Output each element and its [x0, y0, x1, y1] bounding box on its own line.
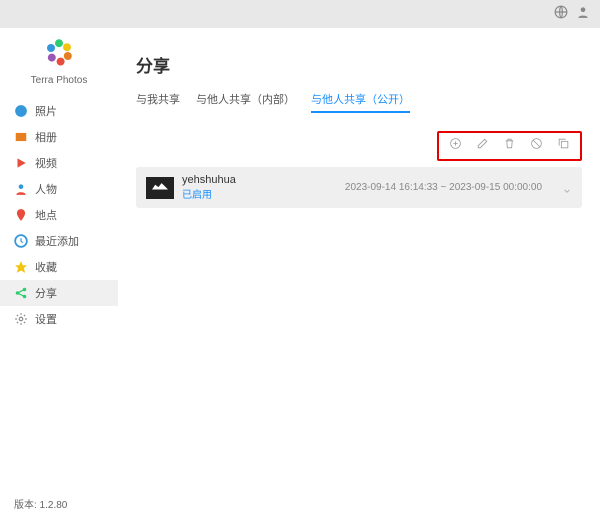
add-icon[interactable]	[449, 137, 462, 155]
delete-icon[interactable]	[503, 137, 516, 155]
sidebar-item-people[interactable]: 人物	[0, 176, 118, 202]
main-content: 分享 与我共享 与他人共享（内部） 与他人共享（公开） yehshuhua 已启…	[118, 28, 600, 517]
thumbnail	[146, 177, 174, 199]
chevron-down-icon[interactable]	[562, 183, 572, 193]
sidebar-item-label: 分享	[35, 285, 57, 301]
copy-icon[interactable]	[557, 137, 570, 155]
tab-shared-public[interactable]: 与他人共享（公开）	[311, 91, 410, 113]
sidebar: Terra Photos 照片 相册 视频 人物 地点 最近添加 收藏 分享 设…	[0, 28, 118, 517]
pin-icon	[14, 208, 28, 222]
brand-name: Terra Photos	[0, 75, 118, 86]
video-icon	[14, 156, 28, 170]
sidebar-item-places[interactable]: 地点	[0, 202, 118, 228]
sidebar-item-videos[interactable]: 视频	[0, 150, 118, 176]
album-icon	[14, 130, 28, 144]
sidebar-item-photos[interactable]: 照片	[0, 98, 118, 124]
share-list-item[interactable]: yehshuhua 已启用 2023-09-14 16:14:33 ~ 2023…	[136, 167, 582, 208]
sidebar-item-label: 人物	[35, 181, 57, 197]
disable-icon[interactable]	[530, 137, 543, 155]
tab-shared-internal[interactable]: 与他人共享（内部）	[196, 91, 295, 113]
share-status: 已启用	[182, 186, 345, 201]
page-title: 分享	[136, 52, 582, 77]
sidebar-item-label: 照片	[35, 103, 57, 119]
toolbar	[437, 131, 582, 161]
sidebar-item-label: 视频	[35, 155, 57, 171]
sidebar-item-share[interactable]: 分享	[0, 280, 118, 306]
share-name: yehshuhua	[182, 174, 345, 186]
edit-icon[interactable]	[476, 137, 489, 155]
sidebar-item-favorites[interactable]: 收藏	[0, 254, 118, 280]
gear-icon	[14, 312, 28, 326]
logo: Terra Photos	[0, 28, 118, 92]
people-icon	[14, 182, 28, 196]
share-date: 2023-09-14 16:14:33 ~ 2023-09-15 00:00:0…	[345, 182, 542, 193]
tabs: 与我共享 与他人共享（内部） 与他人共享（公开）	[136, 91, 582, 113]
sidebar-item-label: 收藏	[35, 259, 57, 275]
sidebar-item-label: 相册	[35, 129, 57, 145]
star-icon	[14, 260, 28, 274]
sidebar-item-label: 设置	[35, 311, 57, 327]
clock-icon	[14, 234, 28, 248]
photo-icon	[14, 104, 28, 118]
share-icon	[14, 286, 28, 300]
globe-icon[interactable]	[554, 5, 568, 24]
tab-shared-with-me[interactable]: 与我共享	[136, 91, 180, 113]
sidebar-item-label: 最近添加	[35, 233, 79, 249]
user-icon[interactable]	[576, 5, 590, 24]
sidebar-item-label: 地点	[35, 207, 57, 223]
sidebar-item-settings[interactable]: 设置	[0, 306, 118, 332]
sidebar-item-albums[interactable]: 相册	[0, 124, 118, 150]
version-label: 版本: 1.2.80	[14, 496, 67, 511]
sidebar-item-recent[interactable]: 最近添加	[0, 228, 118, 254]
